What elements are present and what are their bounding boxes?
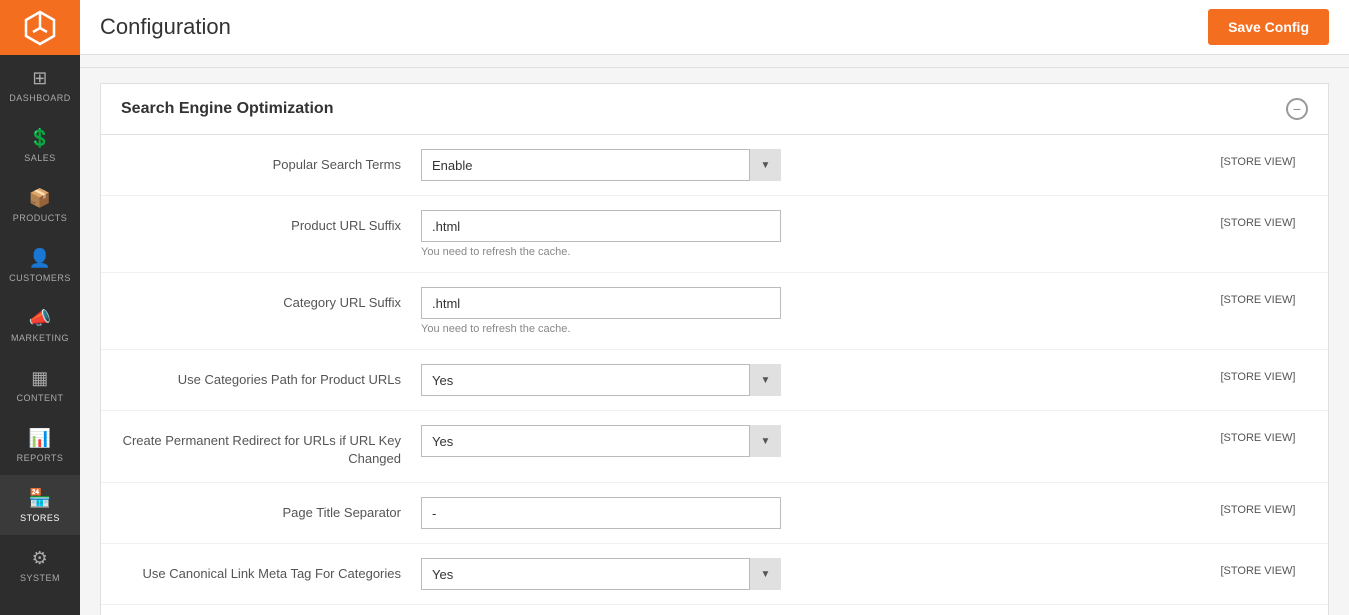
select-wrap-canonical-link-categories: YesNo▼ [421, 558, 781, 590]
input-product-url-suffix[interactable] [421, 210, 781, 242]
control-wrap-page-title-separator [421, 497, 1188, 529]
customers-icon: 👤 [29, 248, 52, 269]
sidebar-item-label: MARKETING [11, 333, 69, 343]
products-icon: 📦 [29, 188, 52, 209]
control-wrap-popular-search-terms: EnableDisable▼ [421, 149, 1188, 181]
sidebar-item-customers[interactable]: 👤 CUSTOMERS [0, 235, 80, 295]
input-category-url-suffix[interactable] [421, 287, 781, 319]
marketing-icon: 📣 [29, 308, 52, 329]
control-wrap-create-permanent-redirect: YesNo▼ [421, 425, 1188, 457]
sidebar-item-label: REPORTS [17, 453, 64, 463]
form-row-page-title-separator: Page Title Separator [STORE VIEW] [101, 483, 1328, 544]
sidebar-item-products[interactable]: 📦 PRODUCTS [0, 175, 80, 235]
hint-product-url-suffix: You need to refresh the cache. [421, 246, 1188, 258]
form-row-canonical-link-categories: Use Canonical Link Meta Tag For Categori… [101, 544, 1328, 605]
section-title: Search Engine Optimization [121, 100, 333, 118]
header: Configuration Save Config [80, 0, 1349, 55]
sales-icon: 💲 [29, 128, 52, 149]
form-row-category-url-suffix: Category URL Suffix You need to refresh t… [101, 273, 1328, 350]
system-icon: ⚙ [32, 548, 49, 569]
sidebar: ⊞ DASHBOARD 💲 SALES 📦 PRODUCTS 👤 CUSTOME… [0, 0, 80, 615]
stores-icon: 🏪 [29, 488, 52, 509]
sidebar-item-label: SALES [24, 153, 56, 163]
select-create-permanent-redirect[interactable]: YesNo [421, 425, 781, 457]
control-wrap-product-url-suffix: You need to refresh the cache. [421, 210, 1188, 258]
section-toggle-button[interactable]: − [1286, 98, 1308, 120]
save-config-button[interactable]: Save Config [1208, 9, 1329, 45]
form-row-create-permanent-redirect: Create Permanent Redirect for URLs if UR… [101, 411, 1328, 483]
form-body: Popular Search Terms EnableDisable▼ [STORE… [101, 135, 1328, 615]
sidebar-item-dashboard[interactable]: ⊞ DASHBOARD [0, 55, 80, 115]
sidebar-item-label: CUSTOMERS [9, 273, 71, 283]
content-icon: ▦ [31, 368, 49, 389]
label-product-url-suffix: Product URL Suffix [121, 210, 401, 235]
input-page-title-separator[interactable] [421, 497, 781, 529]
sidebar-item-label: CONTENT [17, 393, 64, 403]
content-area: Search Engine Optimization − Popular Sea… [80, 55, 1349, 615]
dashboard-icon: ⊞ [32, 68, 48, 89]
store-view-badge-product-url-suffix: [STORE VIEW] [1208, 210, 1308, 229]
store-view-badge-canonical-link-categories: [STORE VIEW] [1208, 558, 1308, 577]
label-page-title-separator: Page Title Separator [121, 497, 401, 522]
store-view-badge-create-permanent-redirect: [STORE VIEW] [1208, 425, 1308, 444]
control-wrap-canonical-link-categories: YesNo▼ [421, 558, 1188, 590]
label-popular-search-terms: Popular Search Terms [121, 149, 401, 174]
breadcrumb-strip [80, 55, 1349, 68]
store-view-badge-popular-search-terms: [STORE VIEW] [1208, 149, 1308, 168]
sidebar-item-system[interactable]: ⚙ SYSTEM [0, 535, 80, 595]
form-row-use-categories-path: Use Categories Path for Product URLs YesN… [101, 350, 1328, 411]
store-view-badge-use-categories-path: [STORE VIEW] [1208, 364, 1308, 383]
sidebar-item-label: SYSTEM [20, 573, 60, 583]
magento-logo [0, 0, 80, 55]
select-wrap-use-categories-path: YesNo▼ [421, 364, 781, 396]
reports-icon: 📊 [29, 428, 52, 449]
sidebar-item-marketing[interactable]: 📣 MARKETING [0, 295, 80, 355]
seo-section: Search Engine Optimization − Popular Sea… [100, 83, 1329, 615]
sidebar-item-stores[interactable]: 🏪 STORES [0, 475, 80, 535]
sidebar-item-label: STORES [20, 513, 60, 523]
select-canonical-link-categories[interactable]: YesNo [421, 558, 781, 590]
store-view-badge-page-title-separator: [STORE VIEW] [1208, 497, 1308, 516]
form-row-product-url-suffix: Product URL Suffix You need to refresh th… [101, 196, 1328, 273]
store-view-badge-category-url-suffix: [STORE VIEW] [1208, 287, 1308, 306]
label-canonical-link-categories: Use Canonical Link Meta Tag For Categori… [121, 558, 401, 583]
form-row-canonical-link-products: Use Canonical Link Meta Tag For Products… [101, 605, 1328, 615]
label-create-permanent-redirect: Create Permanent Redirect for URLs if UR… [121, 425, 401, 468]
select-popular-search-terms[interactable]: EnableDisable [421, 149, 781, 181]
control-wrap-category-url-suffix: You need to refresh the cache. [421, 287, 1188, 335]
label-category-url-suffix: Category URL Suffix [121, 287, 401, 312]
form-row-popular-search-terms: Popular Search Terms EnableDisable▼ [STORE… [101, 135, 1328, 196]
sidebar-item-label: DASHBOARD [9, 93, 71, 103]
sidebar-item-sales[interactable]: 💲 SALES [0, 115, 80, 175]
hint-category-url-suffix: You need to refresh the cache. [421, 323, 1188, 335]
page-title: Configuration [100, 14, 231, 40]
label-use-categories-path: Use Categories Path for Product URLs [121, 364, 401, 389]
select-wrap-create-permanent-redirect: YesNo▼ [421, 425, 781, 457]
main-content: Configuration Save Config Search Engine … [80, 0, 1349, 615]
sidebar-item-reports[interactable]: 📊 REPORTS [0, 415, 80, 475]
control-wrap-use-categories-path: YesNo▼ [421, 364, 1188, 396]
select-use-categories-path[interactable]: YesNo [421, 364, 781, 396]
section-header[interactable]: Search Engine Optimization − [101, 84, 1328, 135]
sidebar-item-content[interactable]: ▦ CONTENT [0, 355, 80, 415]
select-wrap-popular-search-terms: EnableDisable▼ [421, 149, 781, 181]
sidebar-item-label: PRODUCTS [13, 213, 68, 223]
